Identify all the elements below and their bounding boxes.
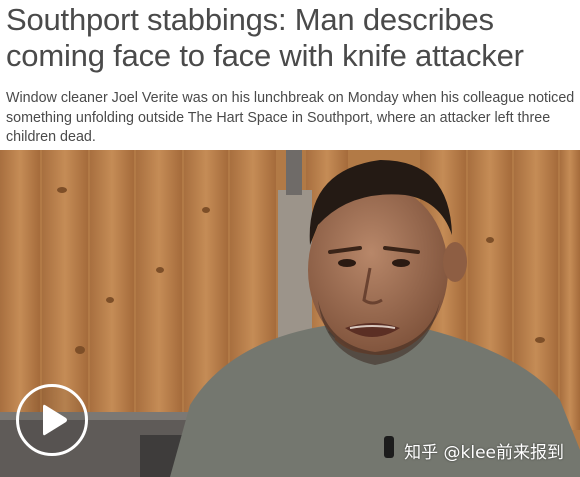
play-button[interactable] <box>16 384 88 456</box>
watermark: 知乎 @klee前来报到 <box>404 443 564 463</box>
video-player[interactable]: 知乎 @klee前来报到 <box>0 150 580 477</box>
play-icon <box>43 404 67 436</box>
article-headline: Southport stabbings: Man describes comin… <box>6 2 524 73</box>
article-standfirst: Window cleaner Joel Verite was on his lu… <box>6 90 575 145</box>
lapel-microphone <box>384 436 394 458</box>
drainpipe <box>286 150 302 195</box>
